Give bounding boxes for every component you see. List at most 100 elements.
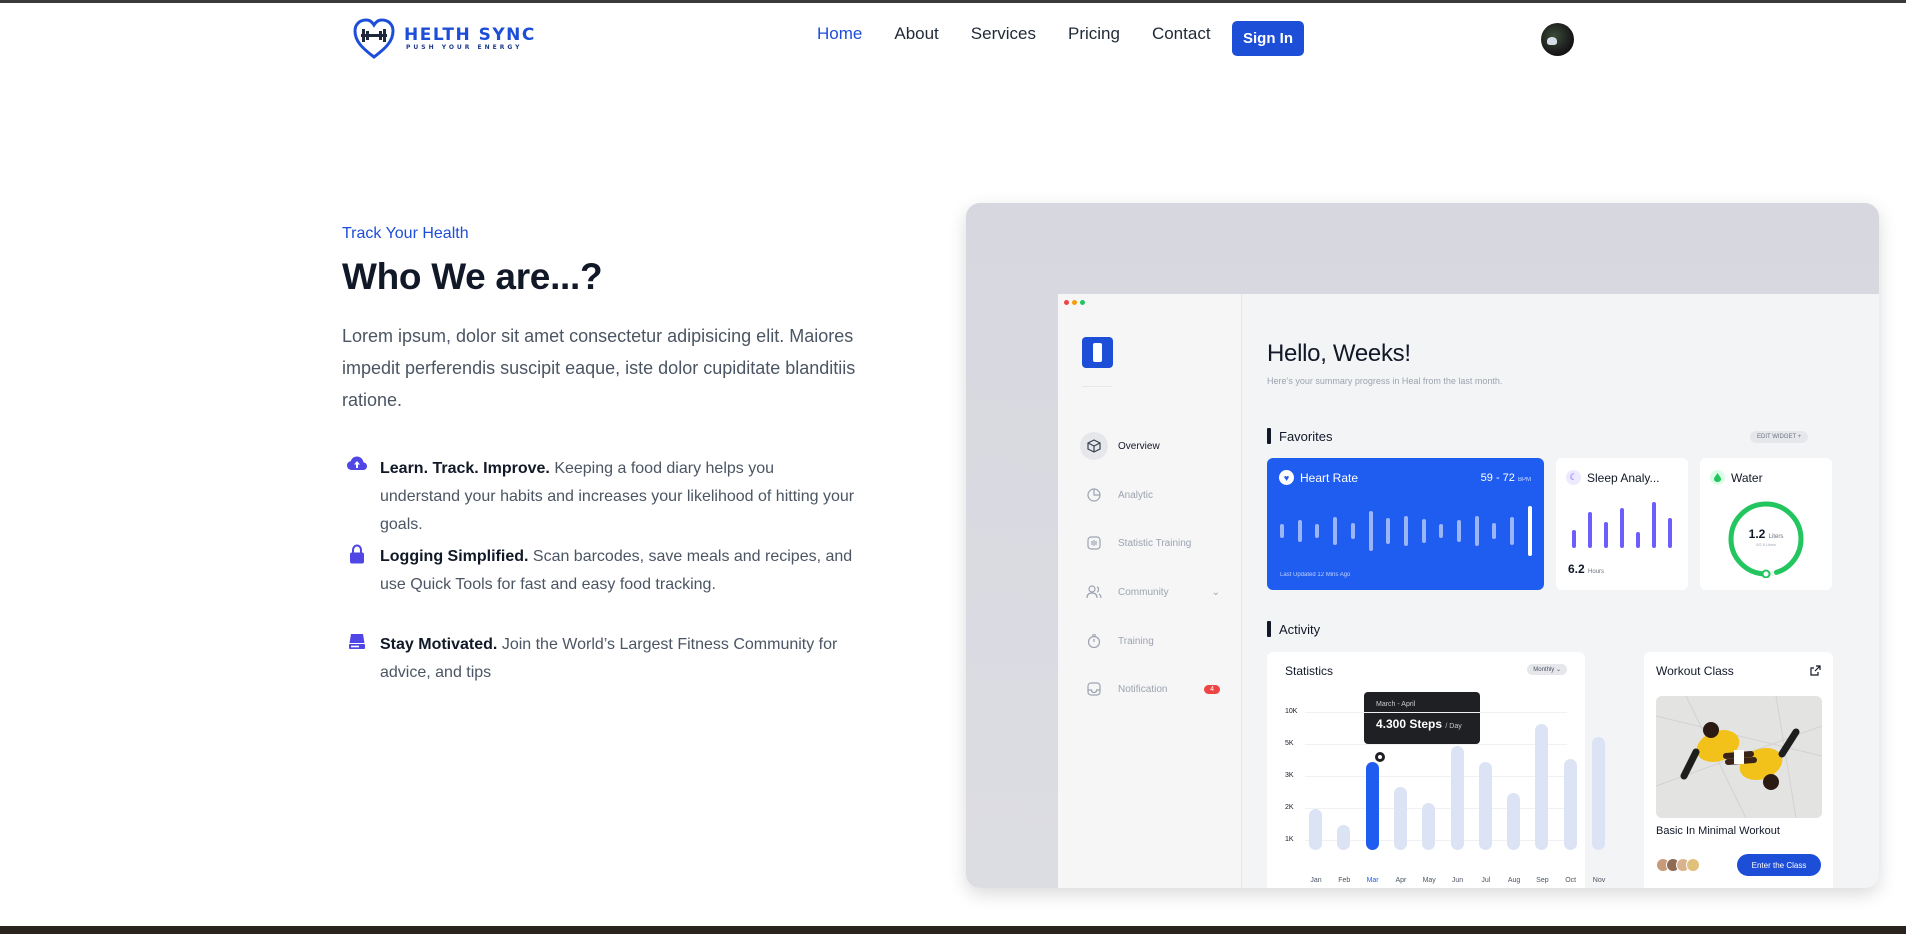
feature-title: Stay Motivated.	[380, 636, 498, 653]
greeting: Hello, Weeks!	[1267, 340, 1411, 367]
sidebar-item-label: Training	[1118, 635, 1154, 647]
workout-class-title: Workout Class	[1656, 664, 1734, 678]
dashboard-mockup: Overview Analytic Statistic Training Com…	[966, 203, 1879, 888]
sleep-header: ☾ Sleep Analy...	[1566, 470, 1660, 485]
period-select-label: Monthly	[1533, 667, 1555, 673]
sidebar-item-label: Overview	[1118, 440, 1160, 452]
feature-title: Learn. Track. Improve.	[380, 460, 550, 477]
user-avatar[interactable]	[1541, 23, 1574, 56]
brand-logo[interactable]: HELTH SYNC PUSH YOUR ENERGY	[352, 18, 536, 60]
waveform-bar	[1315, 524, 1320, 538]
waveform-bar	[1474, 516, 1479, 546]
chart-bar-oct[interactable]	[1563, 759, 1577, 850]
sleep-value-number: 6.2	[1568, 562, 1585, 576]
chart-bar-nov[interactable]	[1592, 737, 1605, 850]
x-tick-label: Oct	[1565, 877, 1577, 884]
chart-bar-jan[interactable]	[1309, 809, 1322, 850]
sidebar-item-training[interactable]: Training	[1080, 627, 1220, 655]
grid-line	[1305, 808, 1567, 809]
activity-title: Activity	[1267, 621, 1320, 637]
greeting-subtitle: Here’s your summary progress in Heal fro…	[1267, 376, 1503, 386]
nav-about[interactable]: About	[894, 24, 938, 44]
water-header: Water	[1710, 470, 1763, 485]
tooltip-steps: 4.300 Steps	[1376, 717, 1443, 731]
bottom-border	[0, 926, 1906, 934]
sleep-unit: Hours	[1588, 569, 1605, 575]
nav-pricing[interactable]: Pricing	[1068, 24, 1120, 44]
workout-class-card: Workout Class Basic In Minimal Workout E…	[1644, 652, 1833, 888]
workout-image	[1656, 696, 1822, 818]
pie-chart-icon	[1080, 481, 1108, 509]
sleep-bar	[1652, 502, 1656, 548]
water-card[interactable]: Water 1.2 Liters 0/2.5 Liters	[1700, 458, 1832, 590]
minimize-dot[interactable]	[1072, 300, 1077, 305]
sidebar-item-label: Analytic	[1118, 489, 1154, 501]
sidebar-item-label: Statistic Training	[1118, 537, 1192, 549]
feature-text: Stay Motivated. Join the World’s Largest…	[380, 631, 856, 687]
grid-line	[1305, 712, 1567, 713]
inbox-icon	[1080, 675, 1108, 703]
y-tick-label: 5K	[1285, 740, 1294, 747]
heart-rate-header: ♥ Heart Rate	[1279, 470, 1358, 485]
heart-rate-title: Heart Rate	[1300, 470, 1359, 485]
chart-bar-feb[interactable]	[1337, 825, 1351, 850]
chevron-down-icon[interactable]: ⌄	[1212, 587, 1220, 598]
x-tick-label: Jan	[1310, 877, 1322, 884]
chart-bar-sep[interactable]	[1535, 724, 1549, 850]
water-drop-icon	[1710, 470, 1725, 485]
waveform-bar	[1297, 520, 1302, 542]
brand-tagline: PUSH YOUR ENERGY	[406, 44, 523, 51]
sign-in-button[interactable]: Sign In	[1232, 21, 1304, 56]
waveform-bar	[1457, 520, 1462, 542]
feature-title: Logging Simplified.	[380, 548, 529, 565]
waveform-bar	[1350, 523, 1355, 539]
period-select[interactable]: Monthly ⌄	[1527, 664, 1567, 675]
close-dot[interactable]	[1064, 300, 1069, 305]
maximize-dot[interactable]	[1080, 300, 1085, 305]
nav-contact[interactable]: Contact	[1152, 24, 1211, 44]
cloud-upload-icon	[346, 456, 368, 478]
x-tick-label: Feb	[1338, 877, 1351, 884]
grid-line	[1305, 776, 1567, 777]
heart-rate-updated: Last Updated 12 Mins Ago	[1280, 572, 1351, 578]
participant-avatar	[1686, 858, 1700, 872]
edit-widget-button[interactable]: EDIT WIDGET +	[1750, 431, 1809, 443]
lock-icon	[346, 544, 368, 566]
nav-services[interactable]: Services	[971, 24, 1036, 44]
edit-widget-label: EDIT WIDGET	[1757, 434, 1797, 440]
nav-home[interactable]: Home	[817, 24, 862, 44]
sidebar-item-community[interactable]: Community ⌄	[1080, 578, 1220, 606]
sidebar-item-statistic-training[interactable]: Statistic Training	[1080, 529, 1220, 557]
heart-rate-card[interactable]: ♥ Heart Rate 59 - 72 BPM Last Updated 12…	[1267, 458, 1544, 590]
water-goal: 0/2.5 Liters	[1756, 542, 1776, 547]
statistics-title: Statistics	[1285, 664, 1334, 678]
cube-icon	[1080, 432, 1108, 460]
chart-bar-jun[interactable]	[1450, 746, 1464, 850]
sleep-bar	[1604, 522, 1608, 548]
stopwatch-icon	[1080, 627, 1108, 655]
waveform-bar	[1510, 517, 1515, 545]
chart-bar-mar[interactable]	[1365, 762, 1379, 850]
sidebar-item-label: Notification	[1118, 683, 1168, 695]
x-tick-label: May	[1422, 877, 1436, 884]
users-icon	[1080, 578, 1108, 606]
chart-bar-jul[interactable]	[1478, 762, 1492, 850]
app-window: Overview Analytic Statistic Training Com…	[1058, 294, 1879, 888]
external-link-icon[interactable]	[1810, 663, 1821, 681]
app-logo[interactable]	[1082, 337, 1113, 368]
waveform-bar	[1368, 511, 1373, 551]
enter-class-button[interactable]: Enter the Class	[1737, 854, 1821, 876]
heart-rate-waveform	[1280, 506, 1532, 556]
sidebar-item-overview[interactable]: Overview	[1080, 432, 1220, 460]
waveform-bar	[1421, 519, 1426, 543]
sidebar-item-notification[interactable]: Notification 4	[1080, 675, 1220, 703]
chart-bar-aug[interactable]	[1507, 793, 1521, 850]
chart-bar-apr[interactable]	[1393, 787, 1407, 850]
database-icon	[346, 632, 368, 654]
chart-bar-may[interactable]	[1422, 803, 1436, 850]
feature-item: Stay Motivated. Join the World’s Largest…	[346, 631, 856, 687]
heart-rate-range-value: 59 - 72	[1480, 472, 1515, 484]
chart-tooltip: March - April 4.300 Steps / Day	[1364, 692, 1480, 744]
sleep-card[interactable]: ☾ Sleep Analy... 6.2 Hours	[1556, 458, 1688, 590]
sidebar-item-analytic[interactable]: Analytic	[1080, 481, 1220, 509]
